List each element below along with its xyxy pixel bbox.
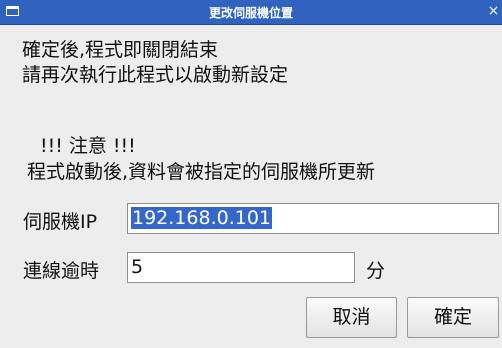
message-line-1: 確定後,程式即關閉結束 xyxy=(22,39,219,61)
cancel-button[interactable]: 取消 xyxy=(306,297,397,338)
ok-button[interactable]: 確定 xyxy=(407,297,499,338)
warning-text: 程式啟動後,資料會被指定的伺服機所更新 xyxy=(27,161,376,183)
server-ip-input[interactable]: 192.168.0.101 xyxy=(127,203,499,234)
title-bar: 更改伺服機位置 × xyxy=(0,0,502,25)
server-ip-label: 伺服機IP xyxy=(23,211,98,233)
timeout-unit: 分 xyxy=(366,260,386,282)
warning-heading: !!! 注意 !!! xyxy=(40,135,136,157)
timeout-label: 連線逾時 xyxy=(23,260,100,282)
close-icon[interactable]: × xyxy=(487,3,500,20)
server-ip-value: 192.168.0.101 xyxy=(131,207,273,229)
timeout-input[interactable]: 5 xyxy=(127,252,355,283)
message-line-2: 請再次執行此程式以啟動新設定 xyxy=(22,64,289,86)
window-title: 更改伺服機位置 xyxy=(208,6,293,20)
